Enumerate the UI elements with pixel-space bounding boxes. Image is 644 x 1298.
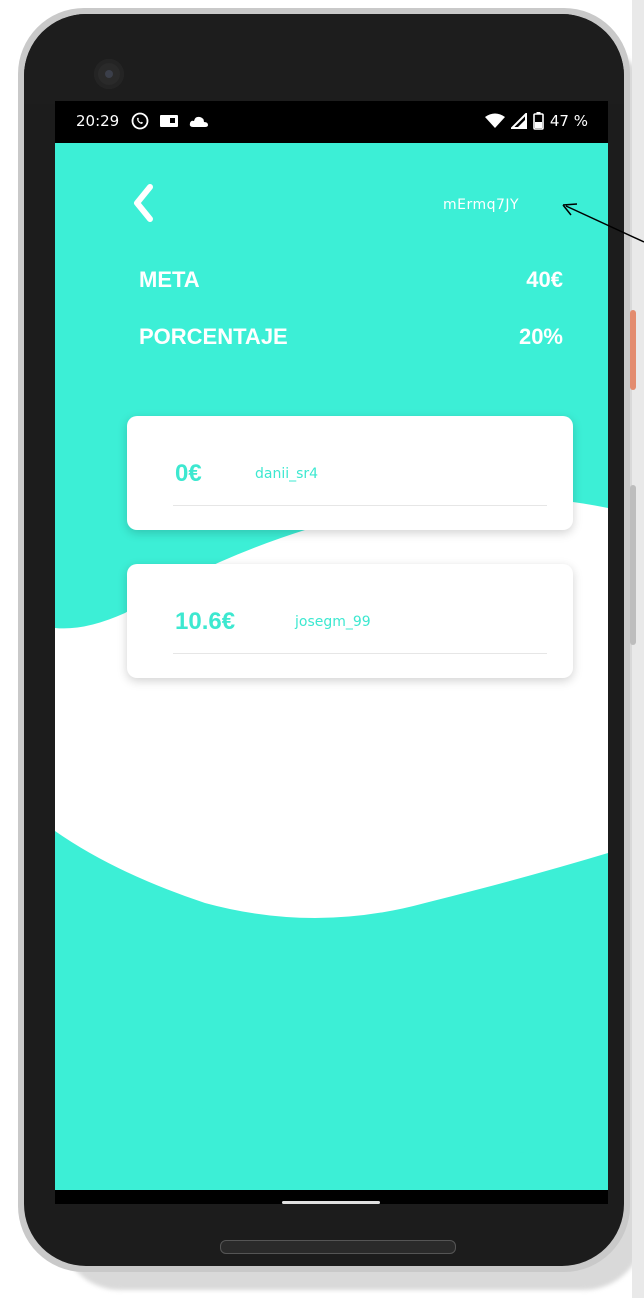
status-icons-right: 47 % bbox=[484, 112, 588, 130]
contribution-amount: 10.6€ bbox=[175, 608, 236, 635]
battery-icon bbox=[533, 112, 544, 130]
card-divider bbox=[173, 653, 547, 654]
contribution-card[interactable]: 0€ danii_sr4 bbox=[127, 416, 573, 530]
battery-percent: 47 % bbox=[549, 112, 588, 130]
status-bar: 20:29 47 % bbox=[55, 101, 608, 143]
card-divider bbox=[173, 505, 547, 506]
percent-label: PORCENTAJE bbox=[139, 324, 288, 349]
top-bezel bbox=[24, 14, 624, 104]
volume-button bbox=[630, 485, 636, 645]
contribution-user: josegm_99 bbox=[295, 614, 371, 630]
status-icons-left bbox=[131, 112, 209, 130]
app-screen: 20:29 47 % mErmq7JY META 40€ PORCENTAJE … bbox=[55, 101, 608, 1204]
wifi-icon bbox=[484, 113, 505, 128]
status-time: 20:29 bbox=[76, 112, 120, 130]
phone-frame: 20:29 47 % mErmq7JY META 40€ PORCENTAJE … bbox=[18, 8, 630, 1272]
percent-value: 20% bbox=[518, 324, 563, 349]
camera-icon bbox=[94, 59, 124, 89]
navigation-bar bbox=[55, 1190, 608, 1204]
goal-label: META bbox=[139, 267, 200, 292]
home-gesture-pill[interactable] bbox=[282, 1201, 380, 1204]
power-button bbox=[630, 310, 636, 390]
cast-icon bbox=[160, 115, 178, 127]
bottom-speaker bbox=[220, 1240, 456, 1254]
page-edge bbox=[632, 0, 644, 1298]
group-code: mErmq7JY bbox=[443, 197, 520, 213]
whatsapp-icon bbox=[131, 112, 149, 130]
signal-icon bbox=[510, 113, 527, 129]
contribution-user: danii_sr4 bbox=[255, 466, 319, 482]
contribution-card[interactable]: 10.6€ josegm_99 bbox=[127, 564, 573, 678]
cloud-icon bbox=[189, 116, 208, 127]
phone-body: 20:29 47 % mErmq7JY META 40€ PORCENTAJE … bbox=[24, 14, 624, 1266]
back-button[interactable] bbox=[128, 183, 158, 223]
goal-value: 40€ bbox=[526, 267, 563, 292]
contribution-amount: 0€ bbox=[175, 460, 202, 487]
